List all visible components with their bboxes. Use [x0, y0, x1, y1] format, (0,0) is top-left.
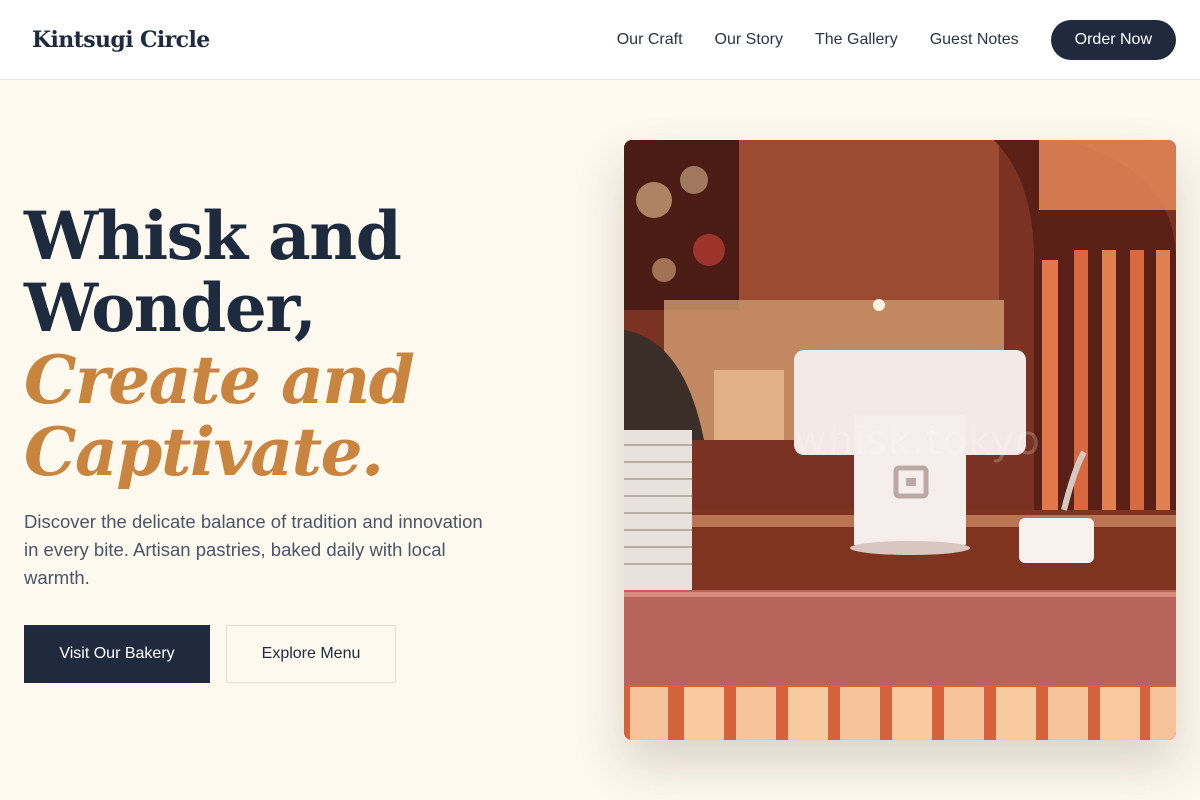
- headline-line-2: Wonder,: [24, 269, 317, 347]
- order-now-button[interactable]: Order Now: [1050, 19, 1176, 60]
- brand-logo[interactable]: Kintsugi Circle: [32, 27, 210, 53]
- headline-line-3: Create and: [24, 341, 415, 419]
- plate-stack: [624, 430, 692, 590]
- nav-link-our-story[interactable]: Our Story: [715, 31, 783, 49]
- headline-line-1: Whisk and: [24, 197, 402, 275]
- explore-menu-button[interactable]: Explore Menu: [226, 625, 396, 683]
- nav-links: Our Craft Our Story The Gallery Guest No…: [617, 19, 1176, 60]
- headline-line-4: Captivate.: [24, 413, 384, 491]
- top-navbar: Kintsugi Circle Our Craft Our Story The …: [0, 0, 1200, 80]
- image-watermark: whisk.tokyo: [794, 418, 1041, 464]
- nav-link-guest-notes[interactable]: Guest Notes: [930, 31, 1019, 49]
- nav-link-the-gallery[interactable]: The Gallery: [815, 31, 898, 49]
- hero-photo: whisk.tokyo: [624, 140, 1176, 740]
- visit-bakery-button[interactable]: Visit Our Bakery: [24, 625, 210, 683]
- hero-headline: Whisk and Wonder, Create and Captivate.: [24, 200, 524, 488]
- nav-link-our-craft[interactable]: Our Craft: [617, 31, 683, 49]
- hero-cta-row: Visit Our Bakery Explore Menu: [24, 625, 396, 683]
- hero-text: Whisk and Wonder, Create and Captivate. …: [24, 200, 524, 592]
- hero-description: Discover the delicate balance of traditi…: [24, 511, 483, 588]
